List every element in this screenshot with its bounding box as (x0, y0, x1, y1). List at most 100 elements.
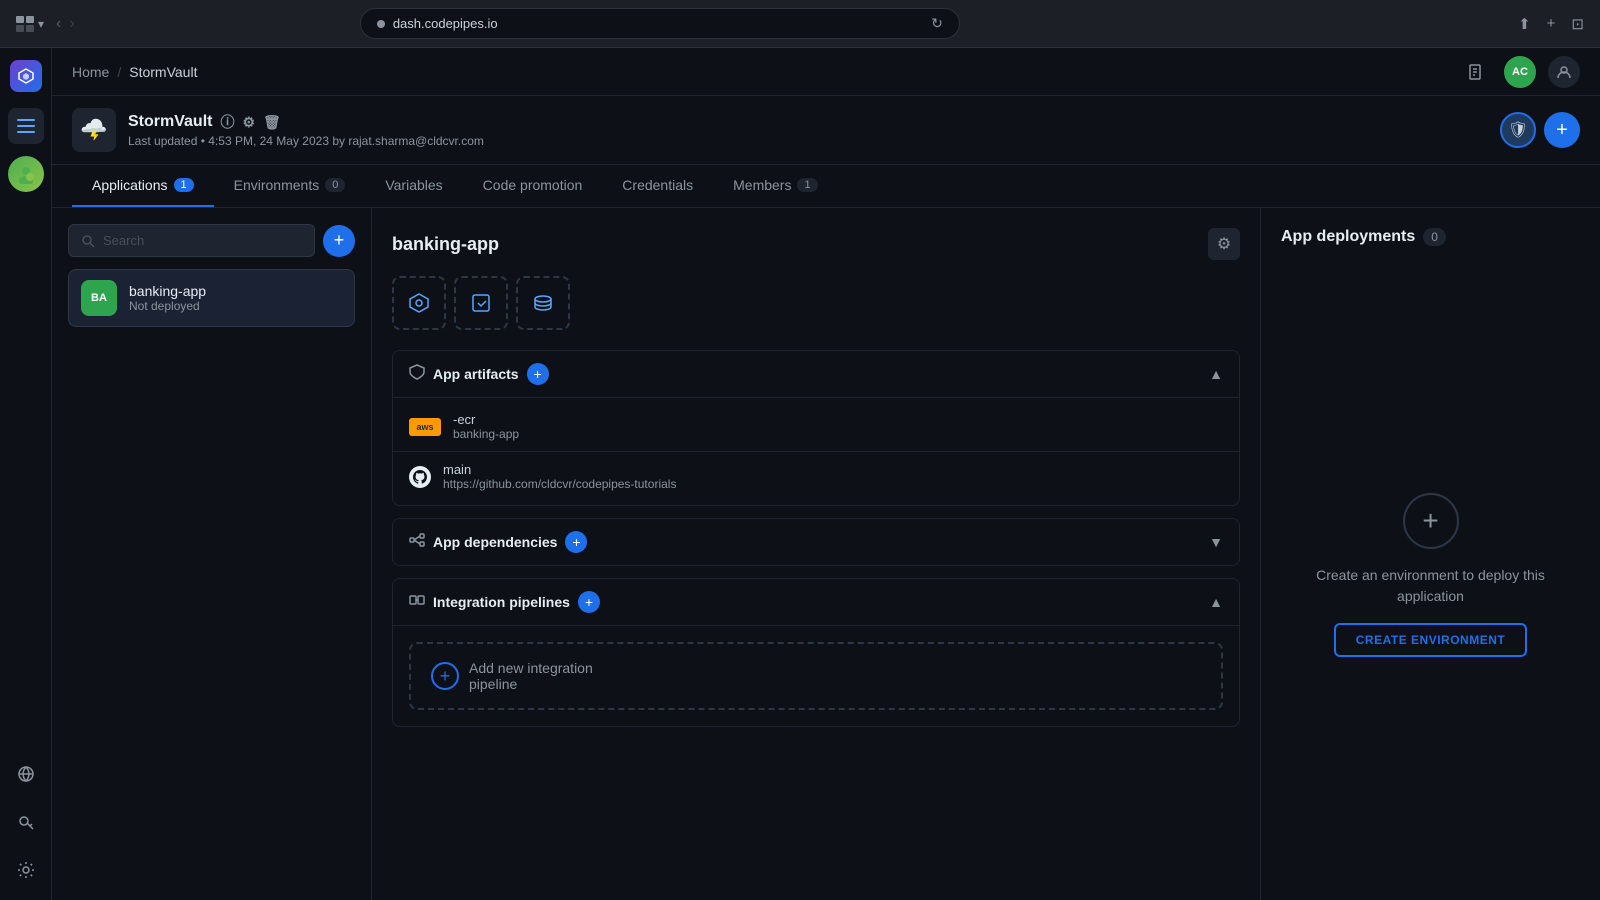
aws-icon: aws (409, 418, 441, 436)
app-dependencies-header[interactable]: App dependencies + ▼ (393, 519, 1239, 565)
add-artifact-btn[interactable]: + (527, 363, 549, 385)
search-input[interactable] (103, 233, 302, 248)
app-list-panel: + BA banking-app Not deployed (52, 208, 372, 900)
main-content: Home / StormVault AC (52, 48, 1600, 900)
artifact-row-ecr: aws -ecr banking-app (393, 402, 1239, 452)
pipeline-icon-deploy[interactable] (516, 276, 570, 330)
search-row: + (68, 224, 355, 257)
app-logo[interactable] (10, 60, 42, 92)
dependencies-chevron[interactable]: ▼ (1209, 534, 1223, 550)
delete-project-icon[interactable]: 🗑 (263, 114, 281, 131)
extensions-icon[interactable]: ⊡ (1571, 15, 1584, 33)
project-header-actions: 🛡 + (1500, 112, 1580, 148)
pipelines-title: Integration pipelines (433, 594, 570, 610)
browser-chrome: ▾ ‹ › dash.codepipes.io ↻ ⬆ + ⊡ (0, 0, 1600, 48)
artifact-info-ecr: -ecr banking-app (453, 412, 519, 441)
tab-applications[interactable]: Applications 1 (72, 165, 214, 207)
user-avatar-sidebar[interactable] (8, 156, 44, 192)
app-detail: banking-app ⚙ (372, 208, 1260, 900)
tab-code-promotion[interactable]: Code promotion (463, 165, 603, 207)
project-meta: Last updated • 4:53 PM, 24 May 2023 by r… (128, 134, 1488, 148)
content-area: + BA banking-app Not deployed banking-ap… (52, 208, 1600, 900)
settings-icon[interactable] (8, 852, 44, 888)
breadcrumb-home[interactable]: Home (72, 64, 109, 80)
pipelines-chevron[interactable]: ▲ (1209, 594, 1223, 610)
edit-project-icon[interactable]: ⚙ (242, 114, 255, 131)
project-info: StormVault ⓘ ⚙ 🗑 Last updated • 4:53 PM,… (128, 112, 1488, 148)
tab-members[interactable]: Members 1 (713, 165, 837, 207)
security-shield-btn[interactable]: 🛡 (1500, 112, 1536, 148)
app-dependencies-section: App dependencies + ▼ (392, 518, 1240, 566)
network-icon[interactable] (8, 756, 44, 792)
create-deployment-plus[interactable]: + (1403, 493, 1459, 549)
tab-switcher-icon[interactable]: ▾ (16, 16, 44, 32)
user-profile-icon[interactable] (1548, 56, 1580, 88)
menu-icon[interactable] (8, 108, 44, 144)
reload-icon[interactable]: ↻ (931, 15, 943, 32)
share-icon[interactable]: ⬆ (1518, 15, 1531, 33)
project-logo: 🌩️ (72, 108, 116, 152)
sidebar-narrow (0, 48, 52, 900)
url-text: dash.codepipes.io (393, 16, 498, 31)
environments-badge: 0 (325, 178, 345, 192)
app-settings-btn[interactable]: ⚙ (1208, 228, 1240, 260)
browser-actions[interactable]: ⬆ + ⊡ (1518, 15, 1584, 33)
app-list-item[interactable]: BA banking-app Not deployed (68, 269, 355, 327)
github-icon (409, 466, 431, 488)
members-badge: 1 (797, 178, 817, 192)
app-item-info: banking-app Not deployed (129, 283, 206, 313)
project-name: StormVault ⓘ ⚙ 🗑 (128, 112, 1488, 132)
integration-pipelines-section: Integration pipelines + ▲ + Add new inte… (392, 578, 1240, 727)
app-layout: Home / StormVault AC (0, 48, 1600, 900)
add-integration-pipeline-btn[interactable]: + Add new integrationpipeline (409, 642, 1223, 710)
address-bar[interactable]: dash.codepipes.io ↻ (360, 8, 960, 39)
deployments-empty-text: Create an environment to deploy this app… (1281, 565, 1580, 607)
app-detail-header: banking-app ⚙ (392, 228, 1240, 260)
integration-label: Add new integrationpipeline (469, 660, 593, 692)
user-avatar-topbar[interactable]: AC (1504, 56, 1536, 88)
app-artifacts-section: App artifacts + ▲ aws -ecr banking-app (392, 350, 1240, 506)
pipeline-icons-row (392, 276, 1240, 330)
artifacts-chevron[interactable]: ▲ (1209, 366, 1223, 382)
deployments-panel: App deployments 0 + Create an environmen… (1260, 208, 1600, 900)
top-bar-actions: AC (1460, 56, 1580, 88)
docs-icon[interactable] (1460, 56, 1492, 88)
add-app-button[interactable]: + (323, 225, 355, 257)
deployments-title: App deployments (1281, 228, 1415, 246)
search-icon (81, 234, 95, 248)
pipeline-icon-build[interactable] (454, 276, 508, 330)
pipeline-icon-source[interactable] (392, 276, 446, 330)
browser-nav[interactable]: ‹ › (56, 15, 75, 33)
app-artifacts-header[interactable]: App artifacts + ▲ (393, 351, 1239, 397)
dependencies-title: App dependencies (433, 534, 557, 550)
app-avatar: BA (81, 280, 117, 316)
breadcrumb: Home / StormVault (72, 64, 197, 80)
breadcrumb-current: StormVault (129, 64, 197, 80)
artifact-row-github: main https://github.com/cldcvr/codepipes… (393, 452, 1239, 501)
back-btn[interactable]: ‹ (56, 15, 61, 33)
key-icon[interactable] (8, 804, 44, 840)
deployments-count: 0 (1423, 228, 1446, 246)
add-dependency-btn[interactable]: + (565, 531, 587, 553)
tab-credentials[interactable]: Credentials (602, 165, 713, 207)
app-name: banking-app (129, 283, 206, 299)
forward-btn[interactable]: › (69, 15, 74, 33)
deployments-empty: + Create an environment to deploy this a… (1281, 270, 1580, 880)
artifact-info-github: main https://github.com/cldcvr/codepipes… (443, 462, 676, 491)
security-icon (377, 20, 385, 28)
add-pipeline-btn[interactable]: + (578, 591, 600, 613)
app-detail-title: banking-app (392, 234, 499, 255)
search-box[interactable] (68, 224, 315, 257)
integration-pipelines-header[interactable]: Integration pipelines + ▲ (393, 579, 1239, 625)
tab-variables[interactable]: Variables (365, 165, 462, 207)
tab-environments[interactable]: Environments 0 (214, 165, 366, 207)
new-tab-icon[interactable]: + (1547, 15, 1556, 33)
create-environment-btn[interactable]: CREATE ENVIRONMENT (1334, 623, 1527, 657)
top-bar: Home / StormVault AC (52, 48, 1600, 96)
project-header: 🌩️ StormVault ⓘ ⚙ 🗑 Last updated • 4:53 … (52, 96, 1600, 165)
pipelines-body: + Add new integrationpipeline (393, 625, 1239, 726)
info-icon[interactable]: ⓘ (220, 112, 234, 132)
add-project-btn[interactable]: + (1544, 112, 1580, 148)
pipelines-icon (409, 592, 425, 613)
applications-badge: 1 (174, 178, 194, 192)
